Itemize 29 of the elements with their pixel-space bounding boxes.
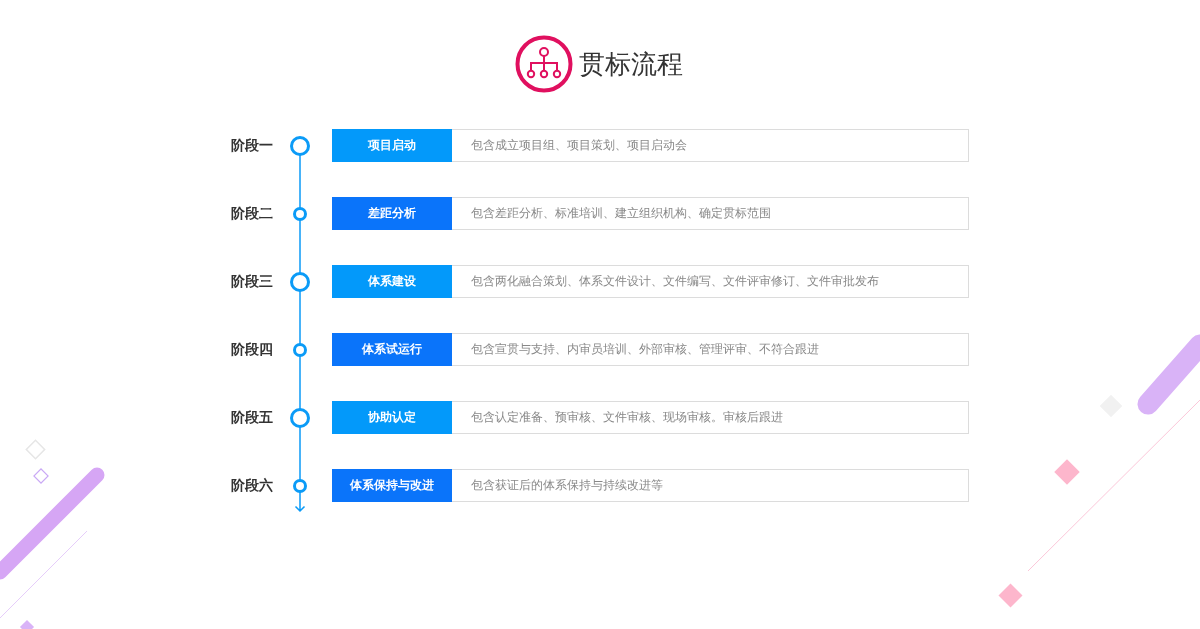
diamond-shape xyxy=(19,619,35,629)
stage-description: 包含成立项目组、项目策划、项目启动会 xyxy=(452,129,969,162)
stage-description: 包含两化融合策划、体系文件设计、文件编写、文件评审修订、文件审批发布 xyxy=(452,265,969,298)
stage-name: 体系建设 xyxy=(332,265,452,298)
stage-description: 包含获证后的体系保持与持续改进等 xyxy=(452,469,969,502)
stage-name: 差距分析 xyxy=(332,197,452,230)
stage-label: 阶段一 xyxy=(231,136,274,155)
timeline-node xyxy=(293,206,307,221)
stage-description: 包含宣贯与支持、内审员培训、外部审核、管理评审、不符合跟进 xyxy=(452,333,969,366)
stage-name: 体系试运行 xyxy=(332,333,452,366)
timeline-node xyxy=(290,135,310,156)
stage-label: 阶段四 xyxy=(231,340,274,359)
stage-description: 包含差距分析、标准培训、建立组织机构、确定贯标范围 xyxy=(452,197,969,230)
hierarchy-icon xyxy=(514,35,573,93)
stage-label: 阶段三 xyxy=(231,272,274,291)
stage-name: 体系保持与改进 xyxy=(332,469,452,502)
stage-label: 阶段六 xyxy=(231,476,274,495)
diamond-outline xyxy=(25,439,46,460)
stage-label: 阶段五 xyxy=(231,408,274,427)
timeline-node xyxy=(290,407,310,428)
diamond-outline xyxy=(33,468,49,484)
page-title: 贯标流程 xyxy=(578,47,683,81)
stage-description: 包含认定准备、预审核、文件审核、现场审核。审核后跟进 xyxy=(452,401,969,434)
timeline-node xyxy=(290,271,310,292)
stage-name: 项目启动 xyxy=(332,129,452,162)
timeline-node xyxy=(293,478,307,493)
stage-label: 阶段二 xyxy=(231,204,274,223)
stage-name: 协助认定 xyxy=(332,401,452,434)
timeline-node xyxy=(293,342,307,357)
